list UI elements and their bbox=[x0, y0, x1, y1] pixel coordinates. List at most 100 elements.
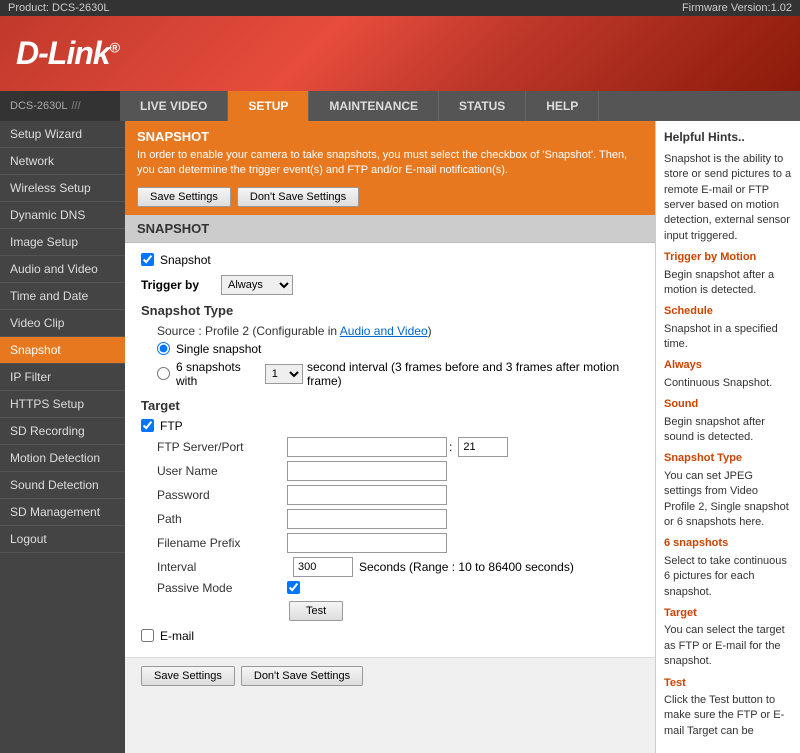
sidebar-item-sd-management[interactable]: SD Management bbox=[0, 499, 125, 526]
help-target-title: Target bbox=[664, 606, 792, 621]
help-schedule-title: Schedule bbox=[664, 304, 792, 319]
password-input[interactable] bbox=[287, 485, 447, 505]
six-snapshots-inline: 6 snapshots with 1 2 3 second interval (… bbox=[176, 360, 639, 388]
sidebar-item-time-date[interactable]: Time and Date bbox=[0, 283, 125, 310]
help-6snapshots-text: Select to take continuous 6 pictures for… bbox=[664, 554, 792, 600]
tab-setup[interactable]: SETUP bbox=[228, 91, 309, 121]
passive-mode-label: Passive Mode bbox=[157, 581, 287, 595]
help-schedule-text: Snapshot in a specified time. bbox=[664, 322, 792, 353]
help-section-target: Target You can select the target as FTP … bbox=[664, 606, 792, 670]
bottom-buttons: Save Settings Don't Save Settings bbox=[125, 657, 655, 694]
password-row: Password bbox=[157, 485, 639, 505]
audio-video-link[interactable]: Audio and Video bbox=[340, 324, 428, 338]
interval-input[interactable] bbox=[293, 557, 353, 577]
help-snapshot-type-text: You can set JPEG settings from Video Pro… bbox=[664, 469, 792, 531]
firmware-label: Firmware Version:1.02 bbox=[682, 2, 792, 14]
interval-label: Interval bbox=[157, 560, 287, 574]
trigger-select[interactable]: Always Motion Sound Schedule bbox=[221, 275, 293, 295]
help-section-6snapshots: 6 snapshots Select to take continuous 6 … bbox=[664, 536, 792, 600]
snapshot-checkbox-label: Snapshot bbox=[160, 253, 211, 267]
sidebar-item-https-setup[interactable]: HTTPS Setup bbox=[0, 391, 125, 418]
interval-row: Interval Seconds (Range : 10 to 86400 se… bbox=[157, 557, 639, 577]
sidebar-item-motion-detection[interactable]: Motion Detection bbox=[0, 445, 125, 472]
sidebar-item-setup-wizard[interactable]: Setup Wizard bbox=[0, 121, 125, 148]
username-input[interactable] bbox=[287, 461, 447, 481]
username-label: User Name bbox=[157, 464, 287, 478]
nav-model: DCS-2630L /// bbox=[0, 91, 120, 121]
filename-prefix-input[interactable] bbox=[287, 533, 447, 553]
notice-save-button[interactable]: Save Settings bbox=[137, 187, 231, 207]
sidebar: Setup Wizard Network Wireless Setup Dyna… bbox=[0, 121, 125, 753]
sidebar-item-snapshot[interactable]: Snapshot bbox=[0, 337, 125, 364]
sidebar-item-audio-video[interactable]: Audio and Video bbox=[0, 256, 125, 283]
filename-prefix-row: Filename Prefix bbox=[157, 533, 639, 553]
path-row: Path bbox=[157, 509, 639, 529]
passive-mode-checkbox[interactable] bbox=[287, 581, 300, 594]
trigger-label: Trigger by bbox=[141, 278, 221, 292]
sidebar-item-ip-filter[interactable]: IP Filter bbox=[0, 364, 125, 391]
help-intro: Snapshot is the ability to store or send… bbox=[664, 152, 792, 244]
test-button[interactable]: Test bbox=[289, 601, 343, 621]
nav-tabs: DCS-2630L /// LIVE VIDEO SETUP MAINTENAN… bbox=[0, 91, 800, 121]
bottom-dont-save-button[interactable]: Don't Save Settings bbox=[241, 666, 363, 686]
ftp-checkbox[interactable] bbox=[141, 419, 154, 432]
help-always-text: Continuous Snapshot. bbox=[664, 376, 792, 391]
help-always-title: Always bbox=[664, 358, 792, 373]
help-trigger-motion-text: Begin snapshot after a motion is detecte… bbox=[664, 268, 792, 299]
passive-mode-row: Passive Mode bbox=[157, 581, 639, 595]
top-bar: Product: DCS-2630L Firmware Version:1.02 bbox=[0, 0, 800, 16]
ftp-port-input[interactable] bbox=[458, 437, 508, 457]
username-row: User Name bbox=[157, 461, 639, 481]
form-area: Snapshot Trigger by Always Motion Sound … bbox=[125, 243, 655, 657]
trigger-by-row: Trigger by Always Motion Sound Schedule bbox=[141, 275, 639, 295]
help-6snapshots-title: 6 snapshots bbox=[664, 536, 792, 551]
bottom-save-button[interactable]: Save Settings bbox=[141, 666, 235, 686]
single-snapshot-radio[interactable] bbox=[157, 342, 170, 355]
logo: D-Link® bbox=[16, 35, 119, 72]
help-sound-text: Begin snapshot after sound is detected. bbox=[664, 415, 792, 446]
single-snapshot-row: Single snapshot bbox=[157, 342, 639, 356]
six-snapshots-row: 6 snapshots with 1 2 3 second interval (… bbox=[157, 360, 639, 388]
ftp-server-input[interactable] bbox=[287, 437, 447, 457]
sidebar-item-network[interactable]: Network bbox=[0, 148, 125, 175]
notice-buttons: Save Settings Don't Save Settings bbox=[137, 187, 643, 207]
filename-prefix-label: Filename Prefix bbox=[157, 536, 287, 550]
snapshot-type-title: Snapshot Type bbox=[141, 303, 639, 318]
snapshot-checkbox[interactable] bbox=[141, 253, 154, 266]
snapshot-checkbox-row: Snapshot bbox=[141, 253, 639, 267]
tab-maintenance[interactable]: MAINTENANCE bbox=[309, 91, 439, 121]
help-target-text: You can select the target as FTP or E-ma… bbox=[664, 623, 792, 669]
sidebar-item-video-clip[interactable]: Video Clip bbox=[0, 310, 125, 337]
path-input[interactable] bbox=[287, 509, 447, 529]
tab-status[interactable]: STATUS bbox=[439, 91, 526, 121]
sidebar-item-wireless-setup[interactable]: Wireless Setup bbox=[0, 175, 125, 202]
interval-suffix: Seconds (Range : 10 to 86400 seconds) bbox=[359, 560, 574, 574]
email-checkbox-row: E-mail bbox=[141, 629, 639, 643]
snapshots-interval-select[interactable]: 1 2 3 bbox=[265, 364, 303, 384]
sidebar-item-dynamic-dns[interactable]: Dynamic DNS bbox=[0, 202, 125, 229]
snapshot-type-section: Source : Profile 2 (Configurable in Audi… bbox=[157, 324, 639, 388]
help-sound-title: Sound bbox=[664, 397, 792, 412]
email-checkbox[interactable] bbox=[141, 629, 154, 642]
section-header: SNAPSHOT bbox=[125, 215, 655, 243]
help-panel: Helpful Hints.. Snapshot is the ability … bbox=[655, 121, 800, 753]
single-snapshot-label: Single snapshot bbox=[176, 342, 261, 356]
help-section-schedule: Schedule Snapshot in a specified time. bbox=[664, 304, 792, 352]
ftp-server-row: FTP Server/Port : bbox=[157, 437, 639, 457]
sidebar-item-sd-recording[interactable]: SD Recording bbox=[0, 418, 125, 445]
sidebar-item-logout[interactable]: Logout bbox=[0, 526, 125, 553]
help-title: Helpful Hints.. bbox=[664, 129, 792, 146]
help-section-sound: Sound Begin snapshot after sound is dete… bbox=[664, 397, 792, 445]
notice-dont-save-button[interactable]: Don't Save Settings bbox=[237, 187, 359, 207]
tab-live-video[interactable]: LIVE VIDEO bbox=[120, 91, 228, 121]
sidebar-item-image-setup[interactable]: Image Setup bbox=[0, 229, 125, 256]
help-section-always: Always Continuous Snapshot. bbox=[664, 358, 792, 391]
header: D-Link® bbox=[0, 16, 800, 91]
tab-help[interactable]: HELP bbox=[526, 91, 599, 121]
notice-bar: SNAPSHOT In order to enable your camera … bbox=[125, 121, 655, 215]
email-label: E-mail bbox=[160, 629, 194, 643]
sidebar-item-sound-detection[interactable]: Sound Detection bbox=[0, 472, 125, 499]
path-label: Path bbox=[157, 512, 287, 526]
ftp-label: FTP bbox=[160, 419, 183, 433]
six-snapshots-radio[interactable] bbox=[157, 367, 170, 380]
